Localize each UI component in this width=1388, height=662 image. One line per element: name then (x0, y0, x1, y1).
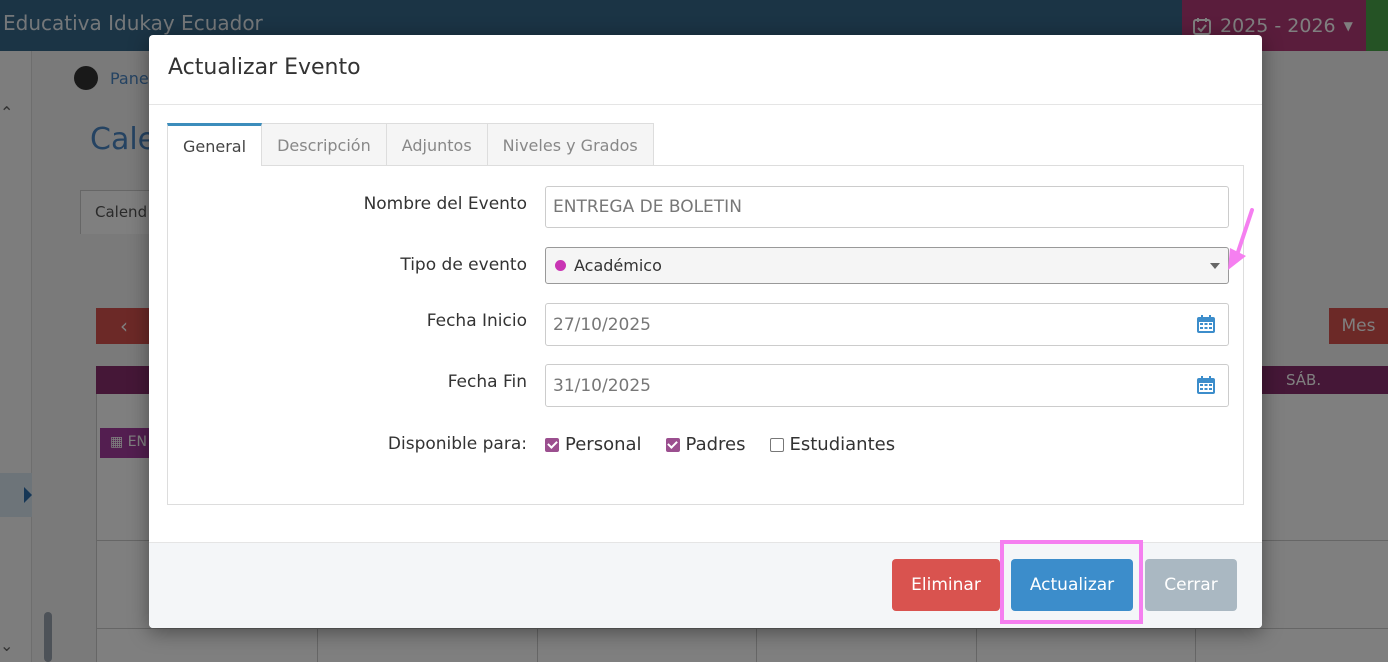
checkbox-checked-icon[interactable] (545, 437, 559, 452)
tab-descripcion[interactable]: Descripción (261, 123, 387, 166)
event-name-label: Nombre del Evento (363, 194, 527, 214)
checkbox-checked-icon[interactable] (665, 437, 680, 452)
tab-adjuntos[interactable]: Adjuntos (385, 123, 488, 166)
modal-header: Actualizar Evento (149, 35, 1262, 105)
event-type-value: Académico (574, 256, 662, 275)
audience-checkboxes: Personal Padres Estudiantes (545, 434, 895, 455)
tab-general[interactable]: General (167, 123, 263, 166)
event-name-input[interactable]: ENTREGA DE BOLETIN (545, 186, 1229, 228)
tab-niveles-grados[interactable]: Niveles y Grados (486, 123, 654, 166)
calendar-icon[interactable] (1196, 375, 1216, 395)
end-date-label: Fecha Fin (447, 372, 527, 392)
calendar-icon[interactable] (1196, 314, 1216, 334)
checkbox-estudiantes-label: Estudiantes (789, 434, 896, 455)
event-type-label: Tipo de evento (400, 255, 527, 275)
close-button[interactable]: Cerrar (1145, 559, 1237, 611)
checkbox-padres-label: Padres (685, 434, 746, 455)
highlight-arrow-icon (1228, 208, 1254, 270)
delete-button[interactable]: Eliminar (892, 559, 1000, 611)
start-date-input[interactable]: 27/10/2025 (545, 303, 1229, 346)
end-date-value: 31/10/2025 (553, 375, 651, 396)
checkbox-estudiantes[interactable]: Estudiantes (769, 434, 896, 455)
checkbox-padres[interactable]: Padres (665, 434, 746, 455)
checkbox-personal[interactable]: Personal (545, 434, 642, 455)
event-type-color-dot (555, 260, 566, 271)
dropdown-caret-icon (1210, 263, 1220, 269)
event-name-value: ENTREGA DE BOLETIN (553, 197, 742, 217)
start-date-value: 27/10/2025 (553, 314, 651, 335)
end-date-input[interactable]: 31/10/2025 (545, 364, 1229, 407)
start-date-label: Fecha Inicio (426, 311, 527, 331)
modal-tabs: General Descripción Adjuntos Niveles y G… (167, 123, 654, 166)
checkbox-personal-label: Personal (565, 434, 642, 455)
highlight-box (1000, 540, 1143, 624)
event-type-select[interactable]: Académico (545, 247, 1229, 284)
general-tab-panel: Nombre del Evento ENTREGA DE BOLETIN Tip… (167, 165, 1244, 505)
available-for-label: Disponible para: (387, 434, 527, 454)
modal-title: Actualizar Evento (168, 55, 361, 80)
checkbox-unchecked-icon[interactable] (769, 437, 784, 452)
